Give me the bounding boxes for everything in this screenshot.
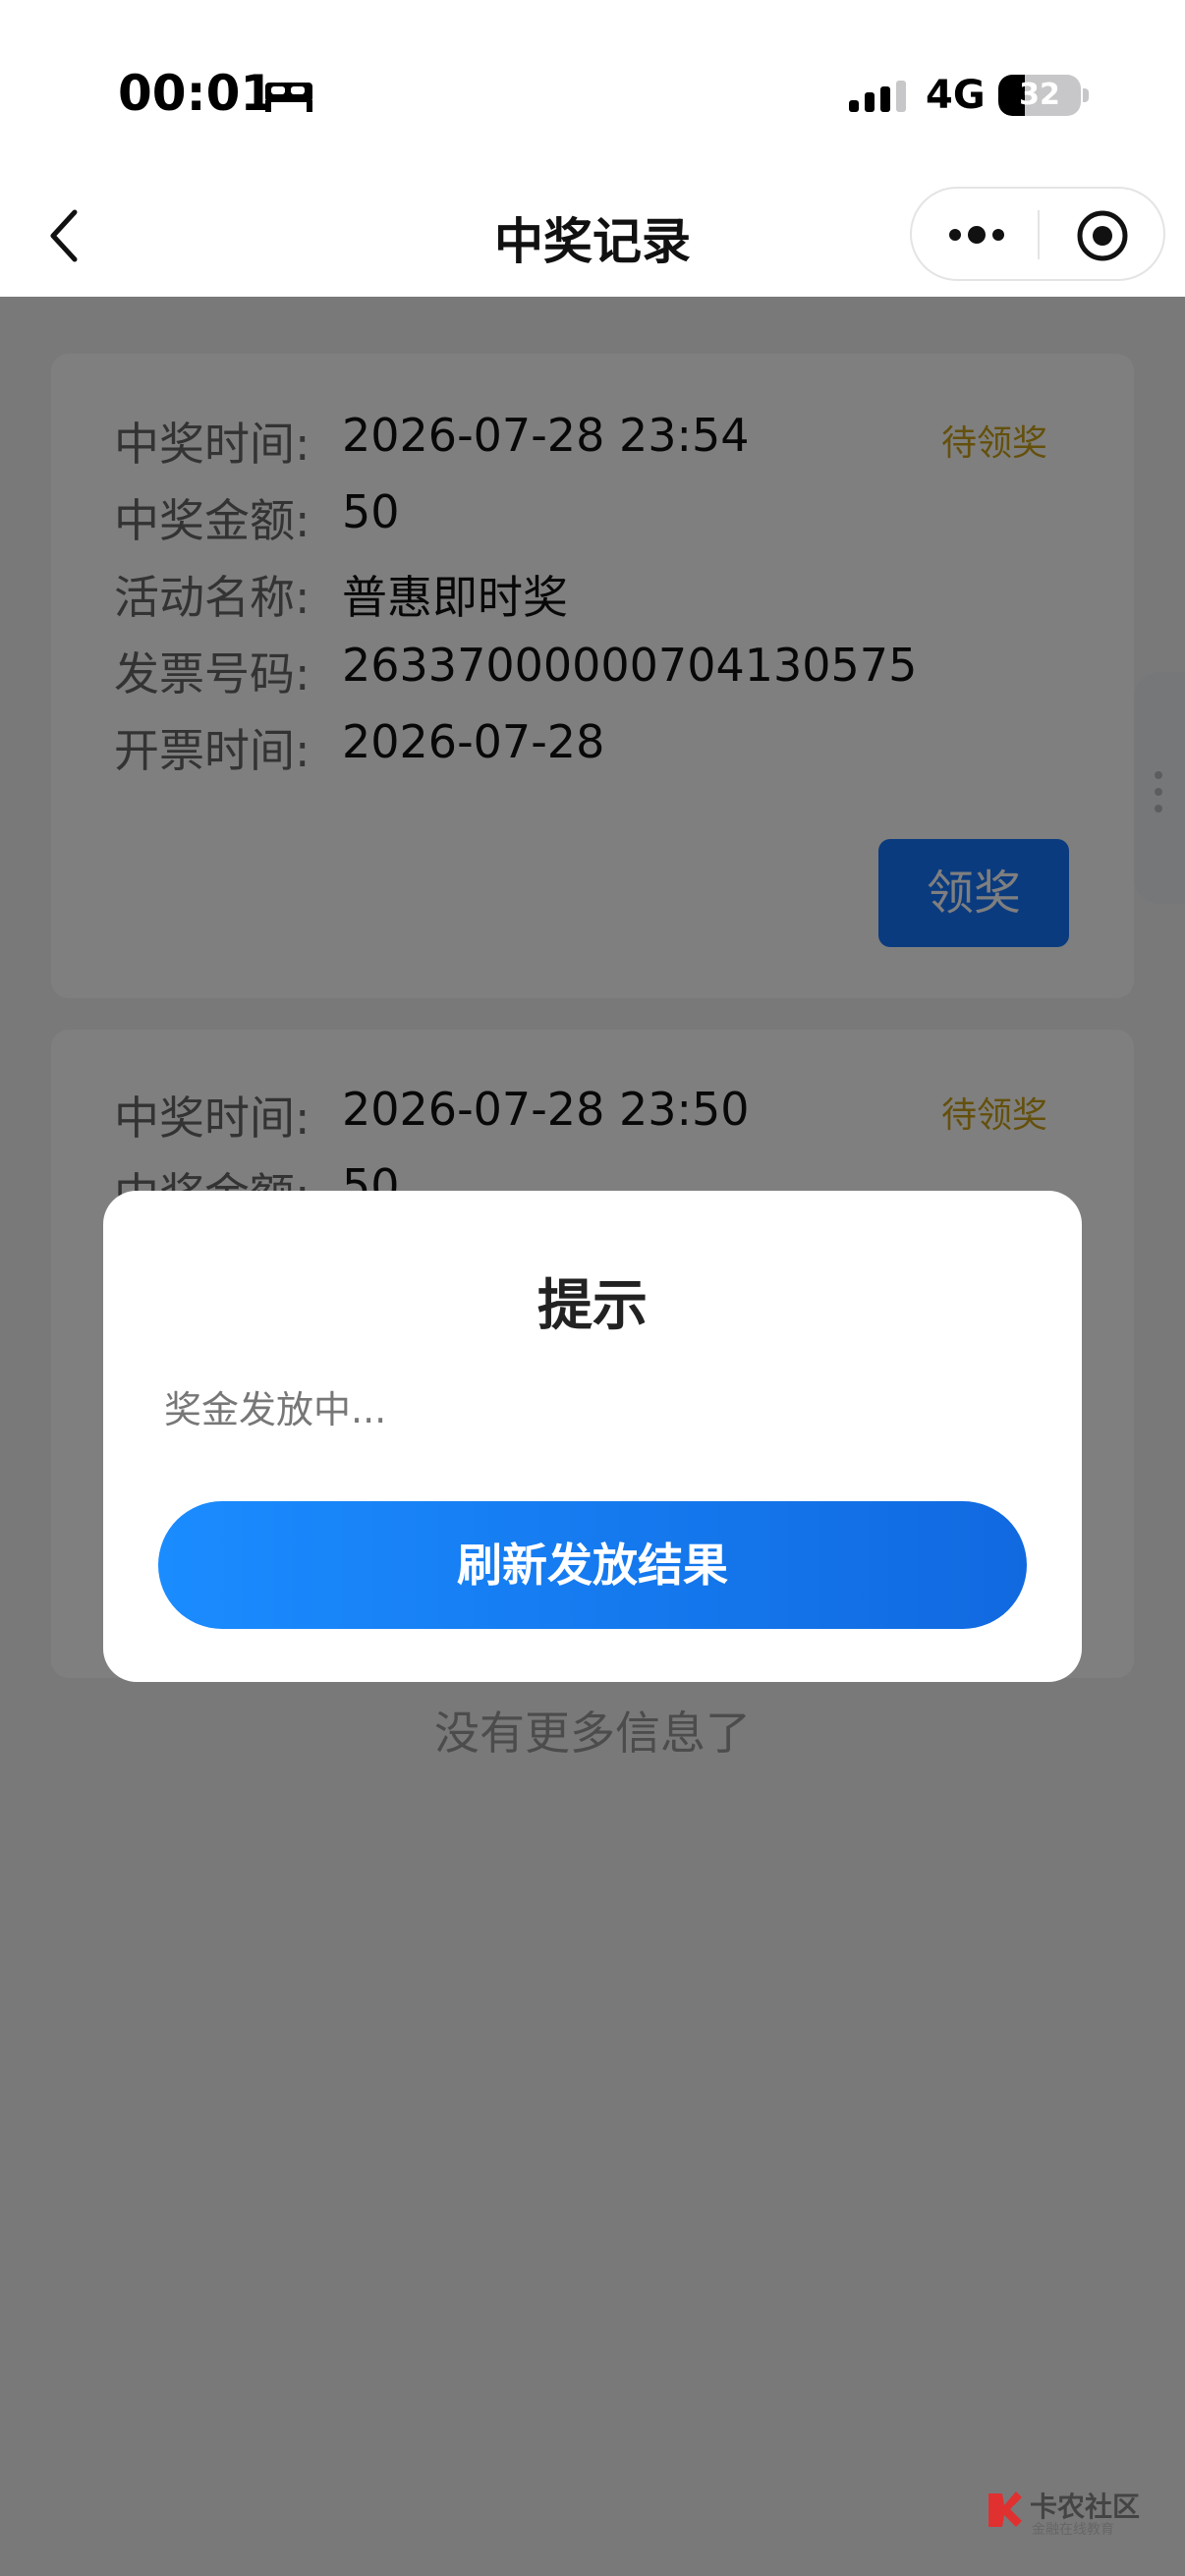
miniprogram-capsule bbox=[910, 187, 1165, 281]
capsule-divider bbox=[1038, 210, 1040, 259]
status-bar: 00:01 4G 32 bbox=[0, 0, 1185, 177]
refresh-result-button[interactable]: 刷新发放结果 bbox=[158, 1501, 1027, 1629]
watermark-subtext: 金融在线教育 bbox=[1032, 2522, 1114, 2538]
status-time: 00:01 bbox=[118, 65, 275, 122]
battery-icon: 32 bbox=[998, 75, 1081, 116]
network-type: 4G bbox=[926, 73, 986, 118]
more-dots-icon[interactable] bbox=[945, 218, 1008, 252]
nav-bar: 中奖记录 bbox=[0, 177, 1185, 297]
battery-cap bbox=[1083, 88, 1089, 102]
cellular-signal-icon bbox=[849, 81, 906, 112]
battery-level: 32 bbox=[1019, 78, 1060, 112]
prompt-dialog: 提示 奖金发放中... 刷新发放结果 bbox=[103, 1191, 1082, 1682]
watermark: 卡农社区 金融在线教育 bbox=[983, 2482, 1140, 2538]
sleep-focus-icon bbox=[265, 83, 312, 112]
dialog-message: 奖金发放中... bbox=[164, 1388, 387, 1431]
dialog-title: 提示 bbox=[537, 1274, 648, 1338]
kanong-logo-icon bbox=[988, 2492, 1022, 2527]
close-target-icon[interactable] bbox=[1075, 208, 1130, 263]
